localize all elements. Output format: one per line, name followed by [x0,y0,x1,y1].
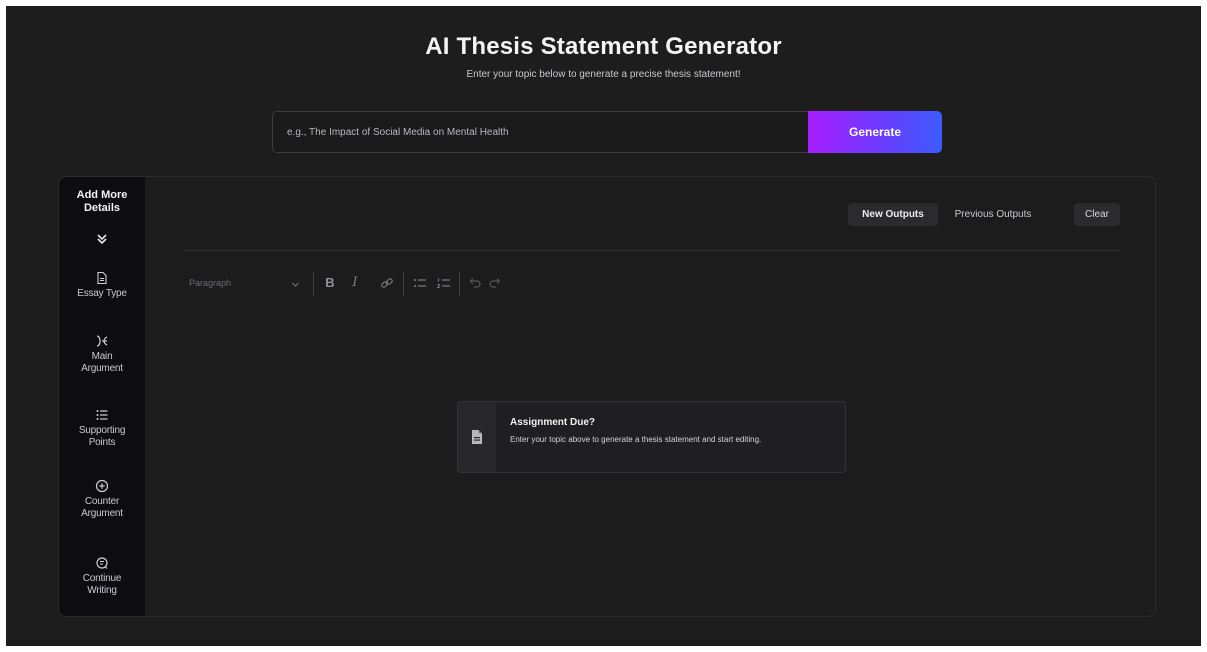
split-arrows-icon [95,334,109,348]
document-icon [95,271,109,285]
sidebar-item-main-argument[interactable]: Main Argument [59,334,145,375]
label-line: Argument [81,363,123,374]
sidebar-item-essay-type[interactable]: Essay Type [59,271,145,300]
label-line: Points [88,437,116,448]
sidebar-item-label: Main Argument [59,351,145,375]
label-line: Argument [81,508,123,519]
continue-icon [95,556,109,570]
tab-previous-outputs[interactable]: Previous Outputs [943,203,1043,226]
empty-state-card: Assignment Due? Enter your topic above t… [457,401,846,473]
toolbar-separator [459,272,460,296]
file-text-icon [458,402,496,472]
label-line: Continue [82,573,122,584]
label-line: Writing [87,585,117,596]
workspace-panel: Add More Details Essay Type Main Argumen… [58,176,1156,617]
add-circle-icon [95,479,109,493]
italic-button[interactable]: I [347,275,363,291]
undo-icon[interactable] [467,275,483,291]
page-subtitle: Enter your topic below to generate a pre… [466,69,741,80]
generate-button[interactable]: Generate [808,111,942,153]
clear-button[interactable]: Clear [1074,203,1120,226]
list-icon [95,408,109,422]
sidebar-item-supporting-points[interactable]: Supporting Points [59,408,145,449]
double-chevron-down-icon[interactable] [89,230,115,248]
bold-button[interactable]: B [322,275,338,291]
sidebar-item-label: Essay Type [77,288,127,299]
topic-input[interactable] [272,111,810,153]
tab-new-outputs[interactable]: New Outputs [848,203,938,226]
sidebar-item-counter-argument[interactable]: Counter Argument [59,479,145,520]
chevron-down-icon [291,278,300,294]
sidebar-title: Add More Details [59,189,145,215]
numbered-list-icon[interactable] [436,275,452,291]
divider [183,250,1121,251]
paragraph-format-select[interactable]: Paragraph [189,275,309,291]
sidebar-item-label: Continue Writing [59,573,145,597]
app-window: AI Thesis Statement Generator Enter your… [6,6,1201,646]
details-sidebar: Add More Details Essay Type Main Argumen… [59,177,145,616]
label-line: Supporting [78,425,126,436]
label-line: Main [91,351,113,362]
bullet-list-icon[interactable] [412,275,428,291]
sidebar-item-continue-writing[interactable]: Continue Writing [59,556,145,597]
editor-toolbar: Paragraph B I [183,269,583,297]
sidebar-title-line2: Details [83,202,121,214]
format-select-value: Paragraph [189,278,232,288]
page-title: AI Thesis Statement Generator [425,33,782,60]
redo-icon[interactable] [487,275,503,291]
sidebar-title-line1: Add More [76,189,128,201]
sidebar-item-label: Counter Argument [59,496,145,520]
toolbar-separator [313,272,314,296]
link-icon[interactable] [379,275,395,291]
empty-state-text: Enter your topic above to generate a the… [510,435,762,444]
sidebar-item-label: Supporting Points [59,425,145,449]
toolbar-separator [403,272,404,296]
label-line: Counter [84,496,120,507]
empty-state-title: Assignment Due? [510,417,596,428]
